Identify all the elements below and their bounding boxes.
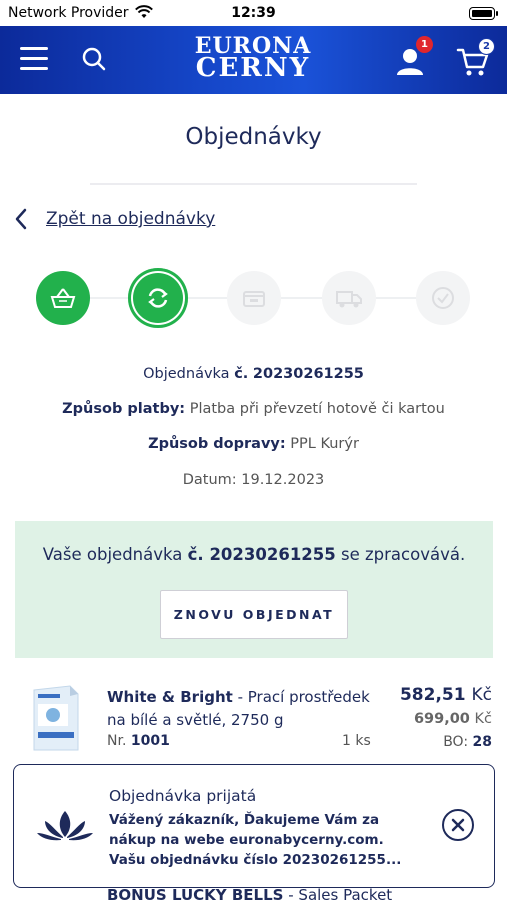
- app-header: EURONA CERNY: [0, 26, 507, 94]
- payment-label: Způsob platby:: [62, 401, 186, 417]
- toast-title: Objednávka prijatá: [109, 787, 257, 805]
- product-nr-value: 1001: [130, 733, 170, 749]
- status-msg-number: č. 20230261255: [187, 545, 336, 564]
- product2-name-rest: - Sales Packet: [283, 886, 393, 900]
- product-price: 582,51 Kč: [400, 685, 492, 705]
- lotus-logo-icon: [37, 811, 93, 841]
- menu-icon[interactable]: [20, 47, 48, 71]
- date-label: Datum:: [182, 472, 237, 488]
- order-status-message: Vaše objednávka č. 20230261255 se zpraco…: [15, 545, 493, 564]
- step-delivered: [416, 271, 470, 325]
- truck-icon: [336, 291, 362, 308]
- order-item-2[interactable]: BONUS LUCKY BELLS - Sales Packet: [107, 886, 392, 900]
- product-bo-value: 28: [472, 734, 492, 750]
- product-image: [33, 685, 79, 751]
- basket-icon: [50, 288, 76, 308]
- product-bonus-points: BO: 28: [443, 734, 492, 750]
- product-price-currency: Kč: [471, 685, 493, 705]
- order-progress: [0, 268, 507, 328]
- product-number: Nr. 1001: [107, 733, 170, 749]
- close-icon: [451, 818, 465, 832]
- order-number-line: Objednávka č. 20230261255: [0, 366, 507, 382]
- battery-icon: [469, 7, 498, 20]
- reorder-button[interactable]: ZNOVU OBJEDNAT: [160, 590, 348, 639]
- step-processing: [128, 268, 188, 328]
- status-msg-pre: Vaše objednávka: [42, 545, 183, 564]
- step-shipped: [322, 271, 376, 325]
- title-divider: [90, 183, 417, 185]
- product-price-value: 582,51: [399, 685, 466, 705]
- back-to-orders-link[interactable]: Zpět na objednávky: [14, 208, 215, 230]
- page-title: Objednávky: [185, 124, 322, 150]
- delivery-value: PPL Kurýr: [290, 436, 359, 452]
- user-badge: 1: [416, 36, 433, 53]
- payment-line: Způsob platby: Platba při převzetí hotov…: [0, 401, 507, 417]
- delivery-line: Způsob dopravy: PPL Kurýr: [0, 436, 507, 452]
- product-name-bold: White & Bright: [107, 688, 233, 706]
- order-item[interactable]: White & Bright - Prací prostředek na bíl…: [0, 680, 507, 760]
- refresh-icon: [148, 288, 168, 308]
- delivery-label: Způsob dopravy:: [148, 436, 286, 452]
- product2-name-bold: BONUS LUCKY BELLS: [107, 886, 284, 900]
- step-ordered: [36, 271, 90, 325]
- search-icon[interactable]: [80, 45, 108, 73]
- order-number-label: Objednávka: [143, 366, 230, 382]
- toast-body: Vážený zákazník, Ďakujeme Vám za nákup n…: [109, 812, 402, 868]
- cart-badge: 2: [478, 38, 495, 55]
- date-value: 19.12.2023: [241, 472, 325, 488]
- payment-value: Platba při převzetí hotově či kartou: [189, 401, 445, 417]
- brand-logo[interactable]: EURONA CERNY: [183, 35, 323, 85]
- toast-close-button[interactable]: [442, 809, 474, 841]
- product-name: White & Bright - Prací prostředek na bíl…: [107, 686, 377, 732]
- box-icon: [243, 291, 265, 307]
- order-number-prefix: č.: [234, 366, 249, 382]
- order-received-toast[interactable]: Objednávka prijatá Vážený zákazník, Ďaku…: [13, 764, 495, 888]
- product-quantity: 1 ks: [342, 733, 371, 749]
- chevron-left-icon: [15, 208, 27, 230]
- step-packed: [227, 271, 281, 325]
- status-bar: Network Provider 12:39: [0, 0, 507, 26]
- product-old-price: 699,00 Kč: [414, 711, 492, 727]
- product-bo-label: BO:: [443, 734, 469, 750]
- product-old-price-currency: Kč: [474, 711, 492, 727]
- order-number: 20230261255: [252, 366, 364, 382]
- back-link-label: Zpět na objednávky: [46, 209, 216, 229]
- status-msg-post: se zpracovává.: [341, 545, 466, 564]
- product-old-price-value: 699,00: [413, 711, 470, 727]
- clock: 12:39: [231, 5, 276, 21]
- order-status-box: Vaše objednávka č. 20230261255 se zpraco…: [15, 521, 493, 658]
- logo-line-2: CERNY: [195, 53, 311, 83]
- product-nr-label: Nr.: [107, 733, 127, 749]
- date-line: Datum: 19.12.2023: [0, 472, 507, 488]
- check-icon: [432, 287, 454, 309]
